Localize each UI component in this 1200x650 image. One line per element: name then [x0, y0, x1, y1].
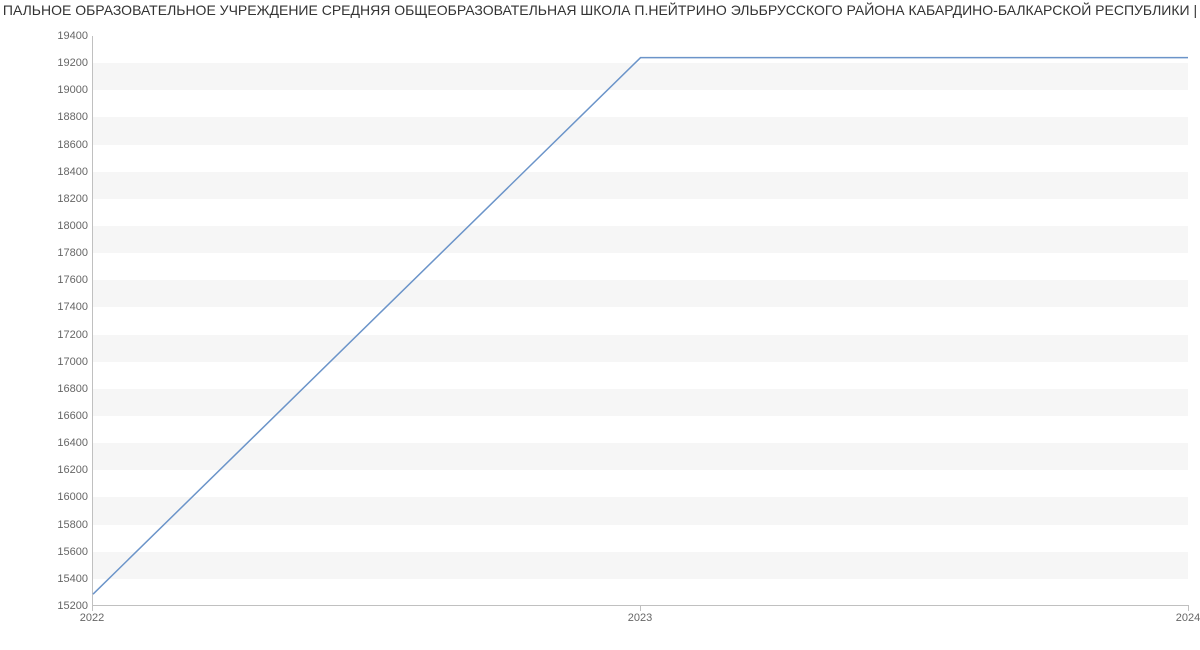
y-tick-label: 16600	[8, 410, 88, 422]
y-tick-label: 18200	[8, 193, 88, 205]
y-tick-label: 17000	[8, 356, 88, 368]
y-tick-label: 15400	[8, 573, 88, 585]
y-tick-label: 18400	[8, 166, 88, 178]
chart-title: ПАЛЬНОЕ ОБРАЗОВАТЕЛЬНОЕ УЧРЕЖДЕНИЕ СРЕДН…	[0, 0, 1200, 18]
y-tick-label: 19400	[8, 30, 88, 42]
y-tick-label: 16400	[8, 437, 88, 449]
x-tick	[640, 605, 641, 611]
y-tick-label: 17400	[8, 301, 88, 313]
y-tick-label: 16800	[8, 383, 88, 395]
x-tick-label: 2024	[1176, 612, 1200, 624]
y-tick-label: 16200	[8, 464, 88, 476]
x-tick	[92, 605, 93, 611]
line-series	[93, 36, 1188, 605]
y-tick-label: 15800	[8, 519, 88, 531]
plot-area	[92, 36, 1188, 606]
chart-container: 15200 15400 15600 15800 16000 16200 16400 16600…	[0, 22, 1200, 650]
y-tick-label: 15200	[8, 600, 88, 612]
y-tick-label: 17800	[8, 247, 88, 259]
x-tick-label: 2022	[80, 612, 104, 624]
y-tick-label: 18000	[8, 220, 88, 232]
y-tick-label: 15600	[8, 546, 88, 558]
y-tick-label: 18600	[8, 139, 88, 151]
y-tick-label: 19200	[8, 57, 88, 69]
y-tick-label: 18800	[8, 111, 88, 123]
x-tick	[1188, 605, 1189, 611]
y-tick-label: 17600	[8, 274, 88, 286]
y-tick-label: 17200	[8, 329, 88, 341]
y-tick-label: 16000	[8, 491, 88, 503]
y-tick-label: 19000	[8, 84, 88, 96]
x-tick-label: 2023	[628, 612, 652, 624]
